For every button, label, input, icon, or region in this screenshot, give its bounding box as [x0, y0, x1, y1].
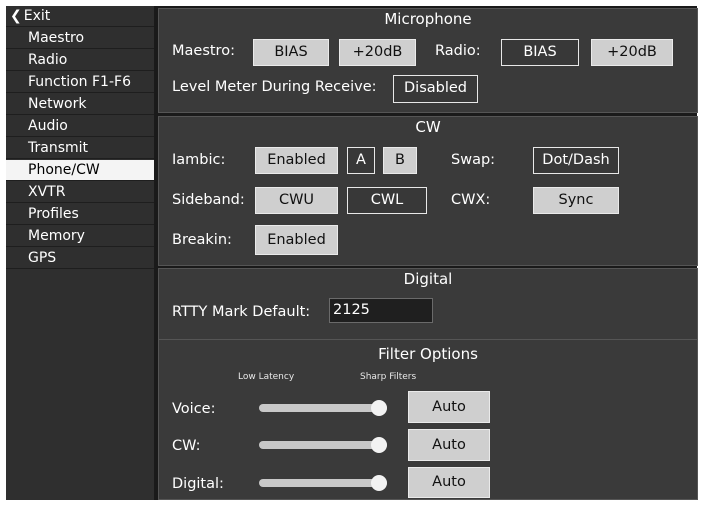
sidebar-item-audio[interactable]: Audio [6, 116, 154, 137]
voice-filter-label: Voice: [172, 401, 216, 417]
voice-filter-slider[interactable] [259, 404, 387, 412]
cwx-button[interactable]: Sync [533, 187, 619, 214]
iambic-mode-b-button[interactable]: B [383, 147, 417, 174]
swap-button[interactable]: Dot/Dash [533, 147, 619, 174]
digital-filter-slider[interactable] [259, 479, 387, 487]
filter-options-title: Filter Options [378, 345, 478, 363]
sharp-filters-label: Sharp Filters [360, 372, 417, 382]
swap-label: Swap: [451, 152, 496, 168]
cw-filter-auto-button[interactable]: Auto [408, 429, 490, 461]
iambic-mode-a-button[interactable]: A [347, 147, 375, 174]
cw-title: CW [415, 118, 441, 136]
maestro-gain-button[interactable]: +20dB [339, 39, 416, 66]
sideband-cwl-button[interactable]: CWL [347, 187, 427, 214]
digital-title: Digital [403, 270, 453, 288]
sidebar-item-phone-cw[interactable]: Phone/CW [6, 160, 154, 181]
filter-options-panel: Filter Options Low Latency Sharp Filters… [158, 339, 698, 500]
maestro-bias-button[interactable]: BIAS [253, 39, 329, 66]
settings-window: ❮ Exit Maestro Radio Function F1-F6 Netwo… [6, 6, 698, 500]
sidebar-item-transmit[interactable]: Transmit [6, 138, 154, 159]
sidebar-item-gps[interactable]: GPS [6, 248, 154, 269]
sidebar-item-memory[interactable]: Memory [6, 226, 154, 247]
sidebar-item-radio[interactable]: Radio [6, 50, 154, 71]
digital-filter-slider-thumb[interactable] [371, 475, 387, 491]
cw-filter-slider-thumb[interactable] [371, 437, 387, 453]
sideband-cwu-button[interactable]: CWU [255, 187, 338, 214]
chevron-left-icon: ❮ [10, 8, 22, 24]
sideband-label: Sideband: [172, 192, 245, 208]
rtty-mark-label: RTTY Mark Default: [172, 304, 311, 320]
maestro-label: Maestro: [172, 43, 235, 59]
cw-panel: CW Iambic: Enabled A B Swap: Dot/Dash Si… [158, 116, 698, 266]
cw-filter-label: CW: [172, 438, 201, 454]
radio-bias-button[interactable]: BIAS [501, 39, 579, 66]
exit-label: Exit [23, 8, 51, 24]
radio-label: Radio: [435, 43, 481, 59]
sidebar-item-xvtr[interactable]: XVTR [6, 182, 154, 203]
microphone-panel: Microphone Maestro: BIAS +20dB Radio: BI… [158, 8, 698, 113]
level-meter-button[interactable]: Disabled [393, 75, 478, 103]
microphone-title: Microphone [384, 10, 472, 28]
sidebar-item-profiles[interactable]: Profiles [6, 204, 154, 225]
breakin-label: Breakin: [172, 232, 232, 248]
iambic-label: Iambic: [172, 152, 226, 168]
radio-gain-button[interactable]: +20dB [591, 39, 673, 66]
voice-filter-slider-thumb[interactable] [371, 400, 387, 416]
level-meter-label: Level Meter During Receive: [172, 79, 377, 95]
cw-filter-slider[interactable] [259, 441, 387, 449]
sidebar-item-function[interactable]: Function F1-F6 [6, 72, 154, 93]
cwx-label: CWX: [451, 192, 491, 208]
sidebar-item-maestro[interactable]: Maestro [6, 28, 154, 49]
exit-button[interactable]: ❮ Exit [6, 6, 154, 27]
sidebar-item-network[interactable]: Network [6, 94, 154, 115]
voice-filter-auto-button[interactable]: Auto [408, 391, 490, 423]
digital-filter-label: Digital: [172, 476, 224, 492]
low-latency-label: Low Latency [238, 372, 295, 382]
rtty-mark-input[interactable]: 2125 [329, 298, 433, 323]
digital-panel: Digital RTTY Mark Default: 2125 [158, 268, 698, 340]
breakin-button[interactable]: Enabled [255, 225, 338, 255]
iambic-button[interactable]: Enabled [255, 147, 338, 174]
digital-filter-auto-button[interactable]: Auto [408, 467, 490, 498]
sidebar: ❮ Exit Maestro Radio Function F1-F6 Netwo… [6, 6, 154, 500]
